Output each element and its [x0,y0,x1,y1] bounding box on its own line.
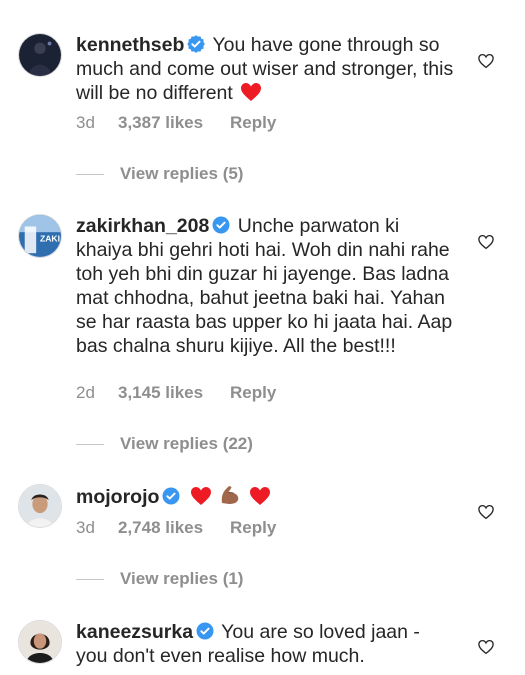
avatar[interactable] [18,33,62,77]
heart-outline-icon[interactable] [477,638,495,656]
comment-meta: 2d 3,145 likes Reply [76,383,276,403]
red-heart-emoji [240,82,262,102]
red-heart-emoji [190,486,212,506]
heart-outline-icon[interactable] [477,503,495,521]
verified-badge-icon [196,622,214,640]
heart-outline-icon[interactable] [477,52,495,70]
like-count[interactable]: 3,387 likes [118,113,230,133]
username[interactable]: kaneezsurka [76,621,193,643]
replies-divider [76,173,104,175]
avatar[interactable]: ZAKI [18,214,62,258]
view-replies-label: View replies (1) [120,569,244,588]
view-replies-label: View replies (5) [120,164,244,183]
verified-badge-icon [187,35,206,53]
like-count[interactable]: 3,145 likes [118,383,230,403]
view-replies-button[interactable]: View replies (5) [76,164,243,184]
verified-badge-icon [212,216,230,234]
verified-badge-icon [162,487,180,505]
red-heart-emoji [249,486,271,506]
comment-age: 3d [76,113,95,132]
comment-text-block: kennethseb You have gone through so much… [76,33,454,105]
avatar[interactable] [18,484,62,528]
reply-button[interactable]: Reply [230,518,276,538]
reply-button[interactable]: Reply [230,113,276,133]
comment-text-block: mojorojo [76,484,454,509]
view-replies-button[interactable]: View replies (22) [76,434,253,454]
heart-outline-icon[interactable] [477,233,495,251]
comment-age: 3d [76,518,95,537]
avatar[interactable] [18,620,62,664]
comment-text-block: zakirkhan_208 Unche parwaton ki khaiya b… [76,214,454,358]
flexed-biceps-emoji [219,484,241,506]
comment-text-block: kaneezsurka You are so loved jaan - you … [76,620,454,668]
comment-meta: 3d 3,387 likes Reply [76,113,276,133]
like-count[interactable]: 2,748 likes [118,518,230,538]
svg-text:ZAKI: ZAKI [40,234,60,244]
replies-divider [76,578,104,580]
replies-divider [76,443,104,445]
username[interactable]: mojorojo [76,486,159,508]
comment-meta: 3d 2,748 likes Reply [76,518,276,538]
username[interactable]: zakirkhan_208 [76,215,209,237]
reply-button[interactable]: Reply [230,383,276,403]
view-replies-button[interactable]: View replies (1) [76,569,243,589]
username[interactable]: kennethseb [76,34,184,56]
view-replies-label: View replies (22) [120,434,253,453]
comment-age: 2d [76,383,95,402]
